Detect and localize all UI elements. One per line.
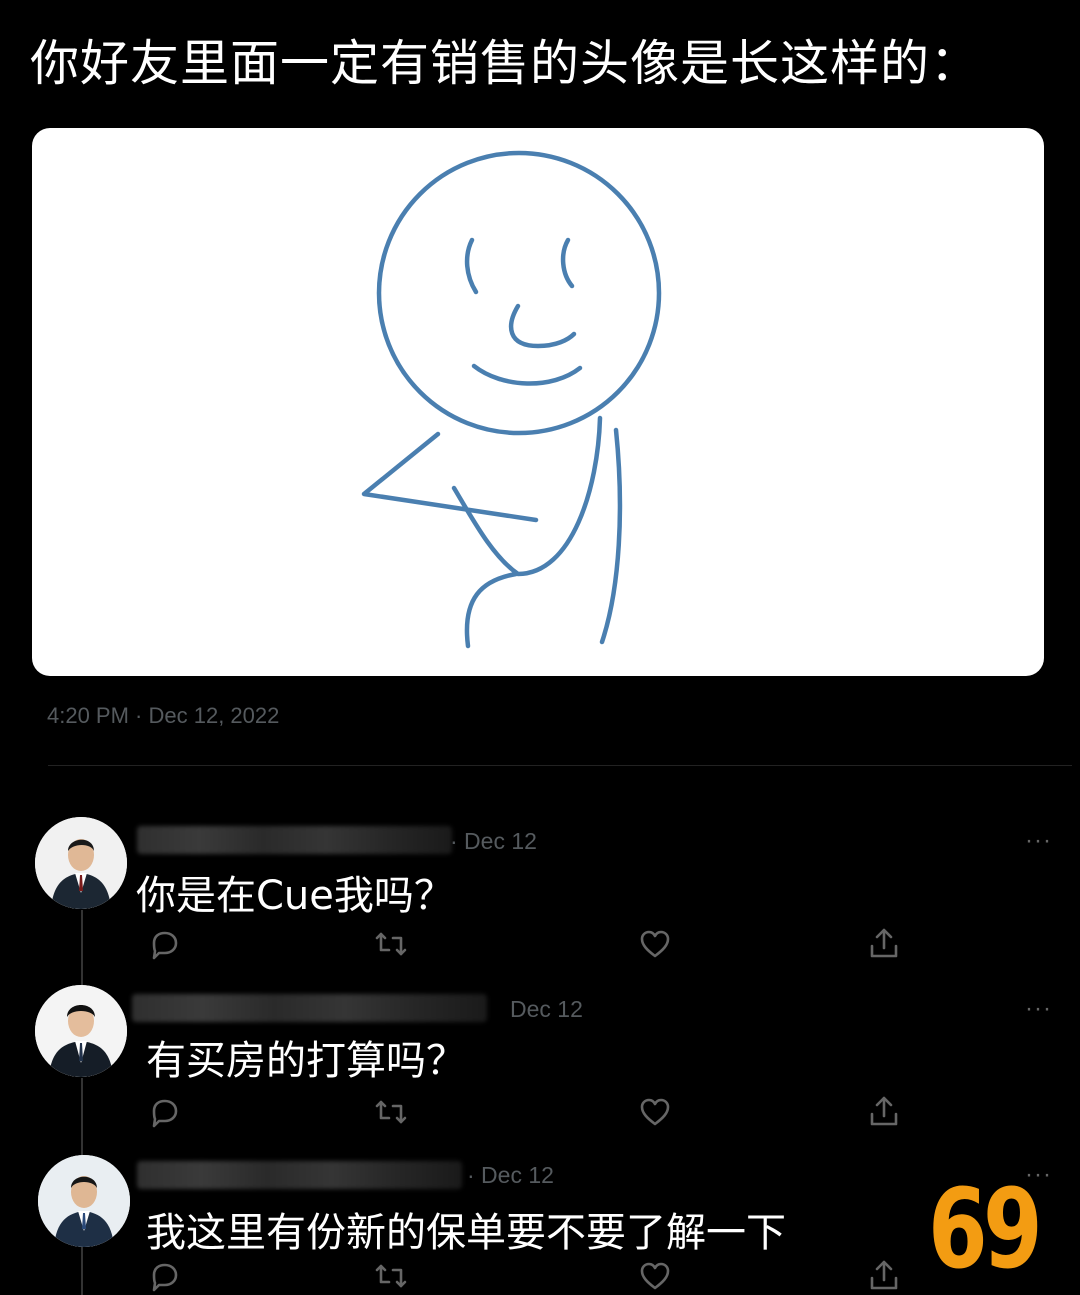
avatar[interactable]: [35, 817, 127, 909]
sketch-left-arm: [361, 431, 539, 523]
retweet-icon[interactable]: [373, 1258, 409, 1294]
sketch-torso-right: [599, 427, 623, 645]
reply-icon[interactable]: [146, 1094, 182, 1130]
thread-line: [81, 910, 83, 988]
username-blurred[interactable]: [132, 994, 487, 1022]
sketch-right-arm: [451, 415, 603, 577]
sketch-right-eye: [560, 237, 575, 289]
reply-icon[interactable]: [146, 1258, 182, 1294]
like-icon[interactable]: [637, 1258, 673, 1294]
reply-text: 有买房的打算吗？: [146, 1038, 466, 1084]
sketch-nose: [508, 303, 577, 349]
avatar[interactable]: [38, 1155, 130, 1247]
share-icon[interactable]: [866, 1094, 902, 1130]
reply-text: 你是在Cue我吗？: [136, 873, 454, 919]
thread-line: [81, 1078, 83, 1158]
reply-date[interactable]: · Dec 12: [467, 1162, 554, 1189]
username-blurred[interactable]: [137, 826, 452, 854]
stick-figure-drawing: [361, 150, 662, 649]
retweet-icon[interactable]: [373, 926, 409, 962]
like-icon[interactable]: [637, 1094, 673, 1130]
share-icon[interactable]: [866, 1258, 902, 1294]
sketch-left-eye: [464, 237, 479, 295]
reply-icon[interactable]: [146, 926, 182, 962]
divider: [48, 765, 1072, 766]
sketch-smile: [471, 363, 583, 386]
like-icon[interactable]: [637, 926, 673, 962]
more-icon[interactable]: ···: [1025, 997, 1052, 1021]
retweet-icon[interactable]: [373, 1094, 409, 1130]
more-icon[interactable]: ···: [1025, 829, 1052, 853]
username-blurred[interactable]: [137, 1161, 462, 1189]
share-icon[interactable]: [866, 926, 902, 962]
number-badge: 69: [928, 1165, 1043, 1293]
avatar[interactable]: [35, 985, 127, 1077]
post-timestamp[interactable]: 4:20 PM · Dec 12, 2022: [47, 703, 279, 729]
sketch-head: [376, 150, 662, 436]
reply-text: 我这里有份新的保单要不要了解一下: [146, 1210, 786, 1256]
thread-line: [81, 1245, 83, 1295]
headline: 你好友里面一定有销售的头像是长这样的：: [30, 35, 981, 92]
post-image[interactable]: [32, 128, 1044, 676]
reply-date[interactable]: · Dec 12: [450, 828, 537, 855]
sketch-torso-left: [464, 571, 519, 649]
reply-date[interactable]: Dec 12: [510, 996, 583, 1023]
